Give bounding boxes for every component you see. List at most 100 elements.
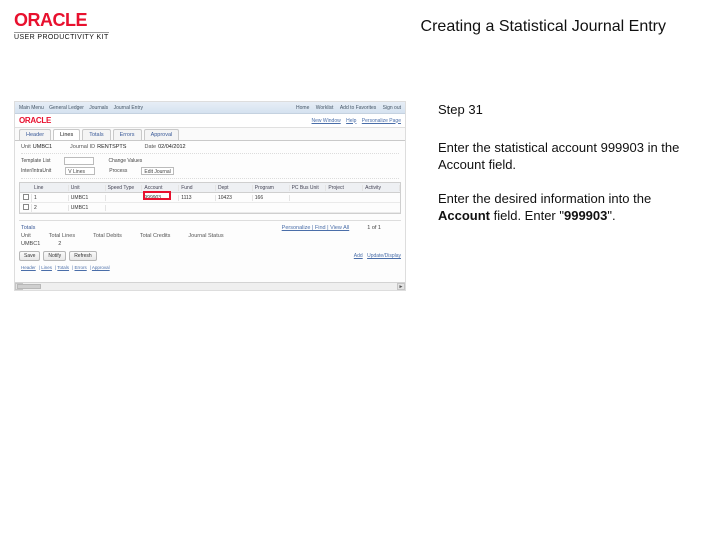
flink[interactable]: Totals	[57, 265, 69, 270]
col-pcbu: PC Bus Unit	[290, 185, 327, 191]
table-row: 2 UMBC1	[20, 203, 400, 213]
jid-value: RENTSPTS	[97, 144, 126, 150]
crumb: Main Menu	[19, 105, 44, 111]
notify-button[interactable]: Notify	[43, 251, 66, 261]
cell-program[interactable]: 166	[253, 195, 290, 201]
upk-subtitle: USER PRODUCTIVITY KIT	[14, 32, 109, 41]
step-intro: Enter the statistical account 999903 in …	[438, 139, 688, 174]
interintra-input[interactable]: V Lines	[65, 167, 95, 175]
action-suffix: ".	[607, 208, 615, 223]
record-nav: Add Update/Display	[351, 253, 401, 259]
col-line: Line	[32, 185, 69, 191]
cell-fund[interactable]: 1113	[179, 195, 216, 201]
horizontal-scrollbar[interactable]: ◄ ►	[15, 282, 405, 290]
refresh-button[interactable]: Refresh	[69, 251, 97, 261]
tab-strip: Header Lines Totals Errors Approval	[15, 128, 405, 141]
table-row: 1 UMBC1 999903 1113 10423 166	[20, 193, 400, 203]
unit-value: UMBC1	[33, 144, 52, 150]
tab-totals[interactable]: Totals	[82, 129, 110, 140]
flink[interactable]: Errors	[74, 265, 86, 270]
process-select[interactable]: Edit Journal	[141, 167, 173, 175]
checkbox-icon[interactable]	[23, 194, 29, 200]
step-action: Enter the desired information into the A…	[438, 190, 688, 225]
col-account: Account	[142, 185, 179, 191]
oracle-logo: ORACLE	[14, 10, 109, 31]
crumb: Journals	[89, 105, 108, 111]
subform: Template List Change Values Inter/IntraU…	[21, 153, 399, 179]
date-value: 02/04/2012	[158, 144, 186, 150]
tab-approval[interactable]: Approval	[144, 129, 180, 140]
th-credits: Total Credits	[140, 233, 171, 239]
worklist-link[interactable]: Worklist	[316, 105, 334, 111]
flink[interactable]: Approval	[92, 265, 110, 270]
flink[interactable]: Lines	[41, 265, 52, 270]
date-label: Date	[144, 144, 156, 150]
cell-unit[interactable]: UMBC1	[69, 205, 106, 211]
personalize-link[interactable]: Personalize Page	[362, 118, 401, 124]
template-label: Template List	[21, 158, 50, 164]
form-row-main: Unit UMBC1 Journal ID RENTSPTS Date 02/0…	[15, 141, 405, 153]
crumb: Journal Entry	[114, 105, 143, 111]
col-program: Program	[253, 185, 290, 191]
action-field: Account	[438, 208, 490, 223]
tab-errors[interactable]: Errors	[113, 129, 142, 140]
col-fund: Fund	[179, 185, 216, 191]
app-logo-bar: ORACLE New Window Help Personalize Page	[15, 114, 405, 128]
content-row: Main Menu General Ledger Journals Journa…	[0, 101, 720, 291]
lines-grid: Line Unit Speed Type Account Fund Dept P…	[19, 182, 401, 214]
process-label: Process	[109, 168, 127, 174]
home-link[interactable]: Home	[296, 105, 309, 111]
totals-section: Totals Personalize | Find | View All 1 o…	[19, 220, 401, 248]
top-meta: Home Worklist Add to Favorites Sign out	[291, 105, 401, 111]
grid-header: Line Unit Speed Type Account Fund Dept P…	[20, 183, 400, 193]
totals-range: 1 of 1	[367, 225, 381, 231]
instruction-panel: Step 31 Enter the statistical account 99…	[438, 101, 688, 291]
th-lines: Total Lines	[49, 233, 75, 239]
cell-unit[interactable]: UMBC1	[69, 195, 106, 201]
save-button[interactable]: Save	[19, 251, 40, 261]
col-speedtype: Speed Type	[106, 185, 143, 191]
action-prefix: Enter the desired information into the	[438, 191, 651, 206]
unit-label: Unit	[21, 144, 31, 150]
brand-block: ORACLE USER PRODUCTIVITY KIT	[14, 10, 109, 41]
totals-title: Totals	[21, 225, 35, 231]
account-field-highlight[interactable]	[143, 191, 171, 200]
help-link[interactable]: Help	[346, 118, 356, 124]
add-link[interactable]: Add	[354, 253, 363, 259]
cell-line: 1	[32, 195, 69, 201]
doc-title: Creating a Statistical Journal Entry	[421, 18, 666, 36]
change-values-link[interactable]: Change Values	[108, 158, 142, 164]
addfav-link[interactable]: Add to Favorites	[340, 105, 376, 111]
jid-label: Journal ID	[70, 144, 95, 150]
interintra-label: Inter/IntraUnit	[21, 168, 51, 174]
template-input[interactable]	[64, 157, 94, 165]
row-select[interactable]	[20, 204, 32, 212]
tab-lines[interactable]: Lines	[53, 129, 80, 140]
app-right-links: New Window Help Personalize Page	[308, 118, 401, 124]
scroll-thumb[interactable]	[17, 284, 41, 289]
th-unit: Unit	[21, 233, 31, 239]
signout-link[interactable]: Sign out	[383, 105, 401, 111]
col-unit: Unit	[69, 185, 106, 191]
tab-header[interactable]: Header	[19, 129, 51, 140]
checkbox-icon[interactable]	[23, 204, 29, 210]
tv-unit: UMBC1	[21, 241, 40, 247]
personalize-links[interactable]: Personalize | Find | View All	[282, 225, 350, 231]
doc-header: ORACLE USER PRODUCTIVITY KIT Creating a …	[0, 0, 720, 41]
scroll-right-icon[interactable]: ►	[397, 283, 405, 290]
cell-dept[interactable]: 10423	[216, 195, 253, 201]
new-window-link[interactable]: New Window	[312, 118, 341, 124]
col-activity: Activity	[363, 185, 400, 191]
flink[interactable]: Header	[21, 265, 36, 270]
tv-lines: 2	[58, 241, 61, 247]
action-value: 999903	[564, 208, 607, 223]
action-mid: field. Enter "	[490, 208, 564, 223]
app-breadcrumb-bar: Main Menu General Ledger Journals Journa…	[15, 102, 405, 114]
col-project: Project	[326, 185, 363, 191]
row-select[interactable]	[20, 194, 32, 202]
button-bar: Save Notify Refresh Add Update/Display	[19, 251, 401, 261]
col-dept: Dept	[216, 185, 253, 191]
update-link[interactable]: Update/Display	[367, 253, 401, 259]
app-oracle-logo: ORACLE	[19, 116, 51, 125]
cell-line: 2	[32, 205, 69, 211]
